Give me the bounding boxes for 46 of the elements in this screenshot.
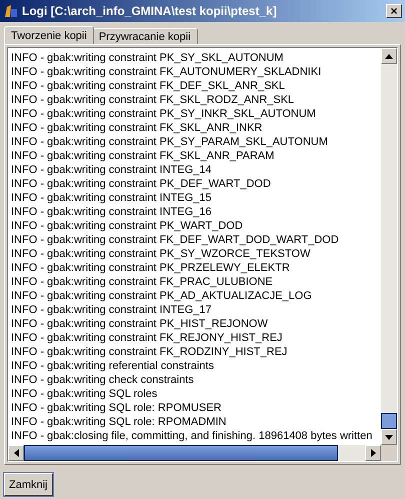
log-line: INFO - gbak:writing SQL role: RPOMADMIN xyxy=(11,415,228,429)
log-line: INFO - gbak:writing constraint PK_HIST_REJONOW xyxy=(11,317,269,331)
up-arrow-icon xyxy=(385,54,393,58)
horizontal-scrollbar[interactable] xyxy=(8,445,381,461)
log-line: INFO - gbak:writing constraint FK_AUTONUMERY_SKLADNIKI xyxy=(11,65,322,79)
down-arrow-icon xyxy=(385,434,393,440)
log-line: INFO - gbak:writing constraint FK_SKL_ANR_INKR xyxy=(11,121,264,135)
log-line: INFO - gbak:writing constraint PK_PRZELEWY_ELEKTR xyxy=(11,261,291,275)
log-line: INFO - gbak:writing constraint FK_SKL_ANR_PARAM xyxy=(11,149,276,163)
log-line: INFO - gbak:writing constraint INTEG_16 xyxy=(11,205,213,219)
tab[interactable]: Przywracanie kopii xyxy=(92,28,198,44)
scrollbar-thumb[interactable] xyxy=(381,413,397,429)
app-icon xyxy=(3,3,19,19)
log-line: INFO - gbak:writing constraint INTEG_14 xyxy=(11,163,213,177)
log-line: INFO - gbak:writing constraint PK_AD_AKTUALIZACJE_LOG xyxy=(11,289,313,303)
scroll-right-button[interactable] xyxy=(365,445,381,461)
log-line: INFO - gbak:writing constraint INTEG_17 xyxy=(11,303,213,317)
log-line: INFO - gbak:writing constraint FK_REJONY_HIST_REJ xyxy=(11,331,284,345)
log-line: INFO - gbak:writing constraint PK_SY_INKR_SKL_AUTONUM xyxy=(11,107,317,121)
log-line: INFO - gbak:closing file, committing, and finishing. 18961408 bytes written xyxy=(11,429,374,443)
scrollbar-thumb[interactable] xyxy=(24,445,338,461)
log-line: INFO - gbak:writing SQL roles xyxy=(11,387,158,401)
log-line: INFO - gbak:writing constraint PK_SY_SKL_AUTONUM xyxy=(11,51,284,65)
scroll-left-button[interactable] xyxy=(8,445,24,461)
log-line: INFO - gbak:writing constraint FK_SKL_RODZ_ANR_SKL xyxy=(11,93,296,107)
scroll-up-button[interactable] xyxy=(381,48,397,64)
log-line: INFO - gbak:writing referential constraints xyxy=(11,359,215,373)
log-line: INFO - gbak:writing check constraints xyxy=(11,373,195,387)
log-line: INFO - gbak:writing constraint PK_WART_DOD xyxy=(11,219,244,233)
log-line: INFO - gbak:writing constraint FK_RODZINY_HIST_REJ xyxy=(11,345,288,359)
vertical-scrollbar[interactable] xyxy=(381,48,397,445)
right-arrow-icon xyxy=(370,449,376,457)
close-dialog-button[interactable]: Zamknij xyxy=(4,473,53,496)
log-line: INFO - gbak:writing constraint FK_DEF_SKL_ANR_SKL xyxy=(11,79,286,93)
window-title: Logi [C:\arch_info_GMINA\test kopii\ptest_k] xyxy=(22,4,278,18)
close-button[interactable]: × xyxy=(386,4,402,18)
log-line: INFO - gbak:writing constraint FK_PRAC_ULUBIONE xyxy=(11,275,274,289)
log-line: INFO - gbak:writing constraint PK_DEF_WART_DOD xyxy=(11,177,272,191)
scroll-down-button[interactable] xyxy=(381,429,397,445)
log-line: INFO - gbak:writing constraint PK_SY_WZORCE_TEKSTOW xyxy=(11,247,312,261)
log-line: INFO - gbak:writing constraint FK_DEF_WART_DOD_WART_DOD xyxy=(11,233,340,247)
tab[interactable]: Tworzenie kopii xyxy=(4,26,94,44)
log-line: INFO - gbak:writing constraint INTEG_15 xyxy=(11,191,213,205)
log-line: INFO - gbak:writing SQL role: RPOMUSER xyxy=(11,401,222,415)
left-arrow-icon xyxy=(14,449,18,457)
log-line: INFO - gbak:writing constraint PK_SY_PARAM_SKL_AUTONUM xyxy=(11,135,329,149)
